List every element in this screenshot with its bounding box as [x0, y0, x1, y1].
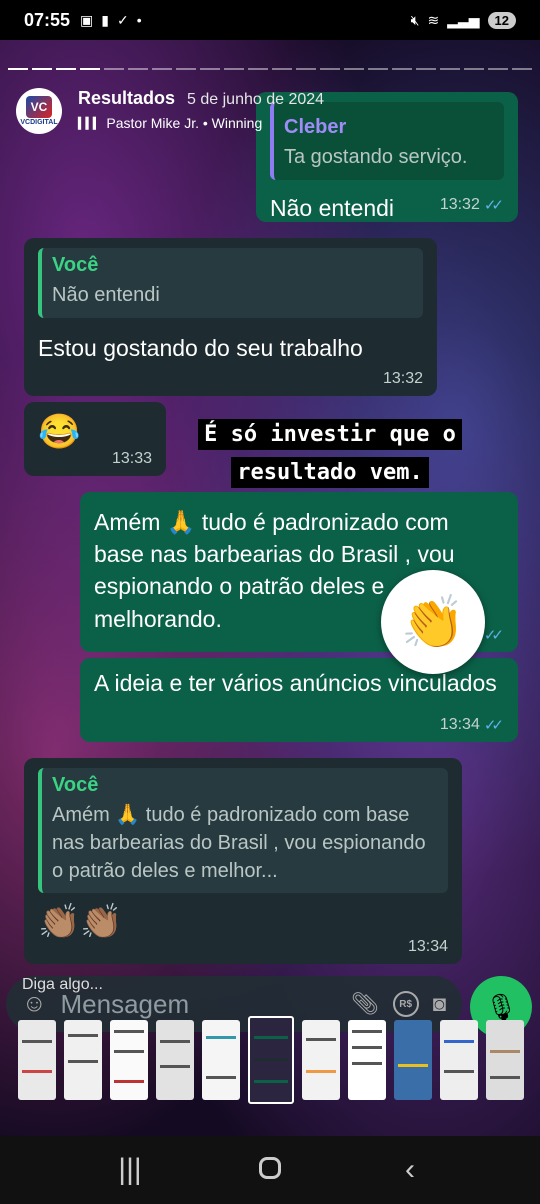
battery-saver-icon: ▮ — [101, 11, 109, 28]
battery-indicator: 12 — [487, 11, 516, 29]
chat-bubble-incoming: Você Não entendi Estou gostando do seu t… — [24, 238, 437, 396]
wifi-icon: ≋ — [427, 11, 440, 28]
progress-segment — [272, 68, 292, 70]
message-time: ✓✓ — [484, 626, 504, 644]
story-date: 5 de junho de 2024 — [187, 91, 325, 108]
message-time: 13:34 — [407, 938, 448, 955]
story-thumbnail[interactable] — [302, 1020, 340, 1100]
brand-logo-icon: VC — [26, 96, 52, 118]
quote-author: Você — [52, 774, 99, 796]
progress-segment — [392, 68, 412, 70]
progress-segment — [104, 68, 124, 70]
story-thumbnail[interactable] — [202, 1020, 240, 1100]
progress-segment — [224, 68, 244, 70]
reply-hint: Diga algo... — [22, 976, 103, 993]
music-info[interactable]: ▍▍▍ Pastor Mike Jr. • Winning — [78, 115, 324, 131]
quoted-message: Você Não entendi — [38, 248, 423, 318]
music-bars-icon: ▍▍▍ — [78, 117, 101, 130]
camera-icon[interactable]: ◙ — [433, 991, 446, 1017]
progress-segment — [416, 68, 436, 70]
avatar[interactable]: VC VCDIGITAL — [16, 88, 62, 134]
message-time: 13:34 ✓✓ — [440, 716, 504, 734]
emoji-message: 😂 — [38, 413, 81, 451]
read-receipt-icon: ✓✓ — [483, 717, 504, 734]
music-title: Pastor Mike Jr. • Winning — [106, 115, 263, 131]
quote-text: Amém 🙏 tudo é padronizado com base nas b… — [52, 804, 426, 882]
chat-bubble-incoming: Você Amém 🙏 tudo é padronizado com base … — [24, 758, 462, 964]
clock: 07:55 — [24, 9, 71, 30]
story-thumbnail[interactable] — [394, 1020, 432, 1100]
quote-text: Ta gostando serviço. — [284, 146, 468, 168]
back-button[interactable]: ‹ — [380, 1153, 440, 1187]
home-icon — [259, 1157, 281, 1179]
chat-bubble-incoming: 😂 13:33 — [24, 402, 166, 476]
progress-segment — [488, 68, 508, 70]
progress-segment — [56, 68, 76, 70]
progress-segment — [128, 68, 148, 70]
status-bar: 07:55 ▣ ▮ ✓ • 🔇︎ ≋ ▂▃▅ 12 — [0, 0, 540, 40]
message-time: 13:32 — [382, 370, 423, 387]
story-thumbnail[interactable] — [440, 1020, 478, 1100]
notification-icons: ▣ ▮ ✓ • — [80, 12, 142, 29]
story-progress-bar — [8, 68, 532, 70]
progress-segment — [200, 68, 220, 70]
clapping-sticker: 👏 — [381, 570, 485, 674]
story-thumbnail[interactable] — [156, 1020, 194, 1100]
progress-segment — [344, 68, 364, 70]
progress-segment — [32, 68, 52, 70]
message-time: 13:32 ✓✓ — [440, 196, 504, 214]
signal-icon: ▂▃▅ — [447, 11, 480, 28]
profile-name[interactable]: Resultados — [78, 88, 175, 109]
avatar-label: VCDIGITAL — [20, 119, 58, 126]
check-icon: ✓ — [117, 11, 129, 28]
emoji-message: 👏🏽👏🏽 — [38, 903, 123, 941]
payment-icon[interactable]: R$ — [392, 991, 419, 1017]
emoji-icon[interactable]: ☺ — [22, 990, 47, 1018]
story-thumbnail[interactable] — [348, 1020, 386, 1100]
chat-bubble-outgoing: A ideia e ter vários anúncios vinculados… — [80, 658, 518, 742]
progress-segment — [368, 68, 388, 70]
progress-segment — [248, 68, 268, 70]
message-text: Estou gostando do seu trabalho — [38, 335, 363, 361]
dot-icon: • — [136, 12, 142, 28]
home-button[interactable] — [240, 1153, 300, 1187]
system-icons: 🔇︎ ≋ ▂▃▅ 12 — [410, 11, 516, 29]
story-thumbnail[interactable] — [486, 1020, 524, 1100]
quote-text: Não entendi — [52, 284, 160, 306]
story-thumbnail[interactable] — [18, 1020, 56, 1100]
progress-segment — [176, 68, 196, 70]
read-receipt-icon: ✓✓ — [483, 627, 504, 644]
attach-icon[interactable]: 📎︎ — [351, 991, 379, 1017]
mute-icon: 🔇︎ — [410, 11, 420, 28]
quote-author: Você — [52, 254, 99, 276]
story-thumbnail-current[interactable] — [248, 1016, 294, 1104]
progress-segment — [8, 68, 28, 70]
story-thumbnail[interactable] — [64, 1020, 102, 1100]
progress-segment — [440, 68, 460, 70]
story-header[interactable]: VC VCDIGITAL Resultados 5 de junho de 20… — [16, 88, 324, 134]
recent-apps-button[interactable]: ||| — [100, 1153, 160, 1187]
story-viewer[interactable]: VC VCDIGITAL Resultados 5 de junho de 20… — [0, 40, 540, 1136]
media-icon: ▣ — [80, 11, 94, 28]
progress-segment — [296, 68, 316, 70]
progress-segment — [512, 68, 532, 70]
read-receipt-icon: ✓✓ — [483, 197, 504, 214]
system-navigation-bar: ||| ‹ — [0, 1136, 540, 1204]
progress-segment — [80, 68, 100, 70]
message-time: 13:33 — [111, 450, 152, 467]
story-thumbnail[interactable] — [110, 1020, 148, 1100]
story-caption: É só investir que o resultado vem. — [160, 416, 500, 492]
quoted-message: Você Amém 🙏 tudo é padronizado com base … — [38, 768, 448, 893]
story-thumbnails[interactable] — [0, 1016, 540, 1112]
progress-segment — [464, 68, 484, 70]
progress-segment — [152, 68, 172, 70]
progress-segment — [320, 68, 340, 70]
